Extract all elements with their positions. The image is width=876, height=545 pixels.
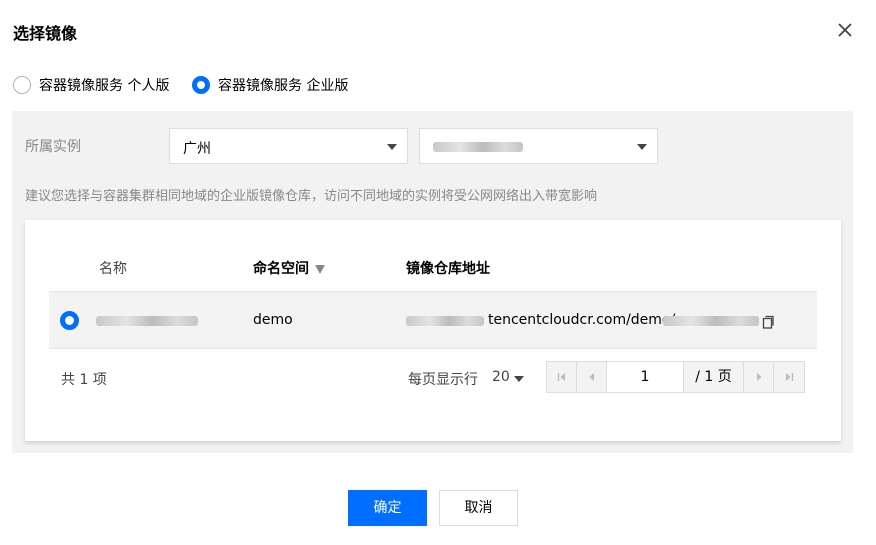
region-tip: 建议您选择与容器集群相同地域的企业版镜像仓库，访问不同地域的实例将受公网网络出入… [25,189,598,204]
radio-selected-icon[interactable] [192,76,210,94]
address-cell: tencentcloudcr.com/demo/ [488,312,676,328]
next-page-button[interactable] [744,362,774,392]
instance-label: 所属实例 [25,139,81,155]
radio-label: 容器镜像服务 个人版 [39,78,170,94]
confirm-button[interactable]: 确定 [348,490,427,526]
last-page-button[interactable] [774,362,804,392]
address-prefix-redacted [406,314,484,330]
copy-icon[interactable] [762,314,774,329]
first-page-icon [557,373,565,381]
radio-personal-edition[interactable]: 容器镜像服务 个人版 [13,73,169,97]
pagination: 1 / 1 页 [546,361,805,393]
column-header-address: 镜像仓库地址 [406,261,490,277]
close-icon[interactable] [835,20,855,40]
caret-down-icon [387,144,397,150]
namespace-cell: demo [253,312,293,328]
address-suffix-redacted [663,314,759,330]
region-select[interactable]: 广州 [169,128,408,164]
prev-page-button[interactable] [577,362,607,392]
page-size-select[interactable]: 20 [492,369,510,385]
radio-label: 容器镜像服务 企业版 [218,78,349,94]
per-page-label: 每页显示行 [408,372,478,388]
last-page-icon [786,373,794,381]
page-total: / 1 页 [684,362,744,392]
instance-value-redacted [433,140,523,156]
caret-down-icon[interactable] [514,376,524,382]
region-value: 广州 [183,141,211,157]
radio-icon[interactable] [13,76,31,94]
column-header-namespace[interactable]: 命名空间 [253,258,325,278]
row-radio-selected-icon[interactable] [60,311,79,330]
cancel-button[interactable]: 取消 [439,490,518,526]
total-count: 共 1 项 [61,372,107,388]
instance-select[interactable] [419,128,658,164]
page-input[interactable]: 1 [607,362,684,392]
filter-icon[interactable] [315,265,325,274]
first-page-button[interactable] [547,362,577,392]
dialog-title: 选择镜像 [13,24,78,43]
column-header-name: 名称 [99,261,127,277]
chevron-left-icon [589,373,594,381]
column-header-namespace-label: 命名空间 [253,261,309,277]
caret-down-icon [637,144,647,150]
radio-enterprise-edition[interactable]: 容器镜像服务 企业版 [192,73,348,97]
image-name-redacted [96,314,198,330]
chevron-right-icon [757,373,762,381]
